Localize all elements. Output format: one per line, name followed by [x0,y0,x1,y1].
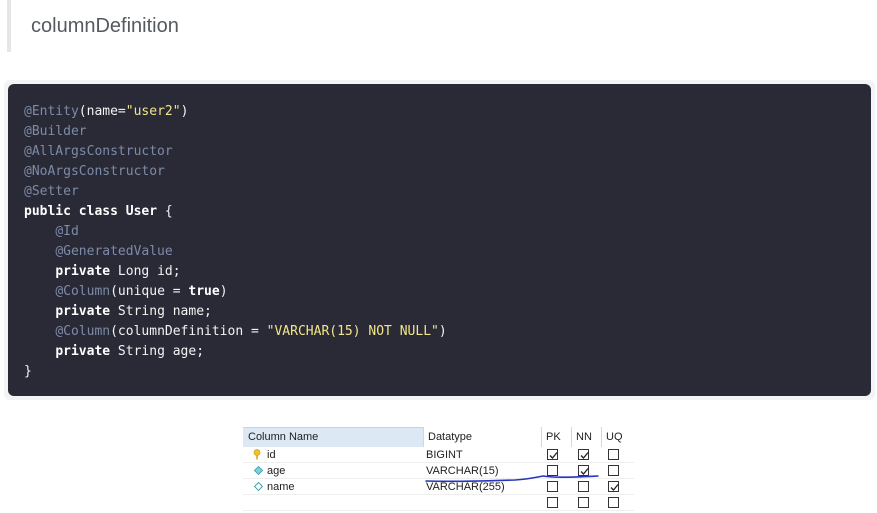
column-table: Column Name Datatype PK NN UQ id BIGINT ag… [243,427,634,513]
table-row[interactable] [243,495,634,511]
table-row[interactable]: id BIGINT [243,447,634,463]
code-string: "VARCHAR(15) NOT NULL" [266,324,439,339]
code-block-frame: @Entity(name="user2") @Builder @AllArgsCon… [4,80,875,400]
column-name-cell: age [267,465,286,477]
column-name-cell: id [267,449,276,461]
uq-checkbox[interactable] [608,449,619,460]
code-annotation: @Builder [24,124,87,139]
code-text: (columnDefinition = [110,324,267,339]
code-annotation: @Setter [24,184,79,199]
code-text: String name; [110,304,212,319]
code-line: @NoArgsConstructor [24,162,871,182]
code-line: private String name; [24,302,871,322]
column-name-cell: name [267,481,295,493]
code-line: private String age; [24,342,871,362]
nn-checkbox[interactable] [578,497,589,508]
code-keyword: public [24,204,71,219]
uq-checkbox[interactable] [608,481,619,492]
code-block: @Entity(name="user2") @Builder @AllArgsCon… [8,84,871,396]
code-content: @Entity(name="user2") @Builder @AllArgsCon… [24,102,871,382]
header-datatype[interactable]: Datatype [423,427,541,447]
code-annotation: @NoArgsConstructor [24,164,165,179]
code-keyword: private [55,344,111,359]
code-line: @Setter [24,182,871,202]
code-annotation: @AllArgsConstructor [24,144,173,159]
code-annotation: @Column [55,284,111,299]
header-column-name[interactable]: Column Name [243,427,423,447]
uq-checkbox[interactable] [608,465,619,476]
code-keyword: class [78,204,118,219]
code-text: ) [438,324,447,339]
uq-checkbox[interactable] [608,497,619,508]
code-annotation: @Entity [24,104,79,119]
code-keyword: User [125,204,158,219]
pk-checkbox[interactable] [547,497,558,508]
code-text: (unique = [110,284,189,299]
code-text: Long id; [110,264,181,279]
code-text: ) [180,104,189,119]
datatype-cell: BIGINT [426,449,463,461]
code-text: (name= [78,104,126,119]
code-annotation: @GeneratedValue [55,244,173,259]
code-text: String age; [110,344,205,359]
code-line: @GeneratedValue [24,242,871,262]
code-keyword: private [55,304,111,319]
pen-underline-annotation [425,475,599,483]
code-line: @Column(columnDefinition = "VARCHAR(15) … [24,322,871,342]
section-title: columnDefinition [31,15,179,37]
header-nn[interactable]: NN [571,427,601,447]
header-uq[interactable]: UQ [601,427,634,447]
code-string: "user2" [125,104,181,119]
code-annotation: @Id [55,224,79,239]
section-heading: columnDefinition [7,0,867,52]
code-line: @Column(unique = true) [24,282,871,302]
code-line: @Entity(name="user2") [24,102,871,122]
code-keyword: true [188,284,220,299]
code-line: } [24,362,871,382]
code-line: public class User { [24,202,871,222]
code-text: ) [219,284,228,299]
code-text: } [24,364,32,379]
code-line: @Id [24,222,871,242]
code-annotation: @Column [55,324,111,339]
pk-checkbox[interactable] [547,449,558,460]
code-line: @Builder [24,122,871,142]
code-line: private Long id; [24,262,871,282]
code-line: @AllArgsConstructor [24,142,871,162]
code-text: { [157,204,173,219]
nn-checkbox[interactable] [578,449,589,460]
code-keyword: private [55,264,111,279]
header-pk[interactable]: PK [541,427,571,447]
table-header: Column Name Datatype PK NN UQ [243,427,634,447]
